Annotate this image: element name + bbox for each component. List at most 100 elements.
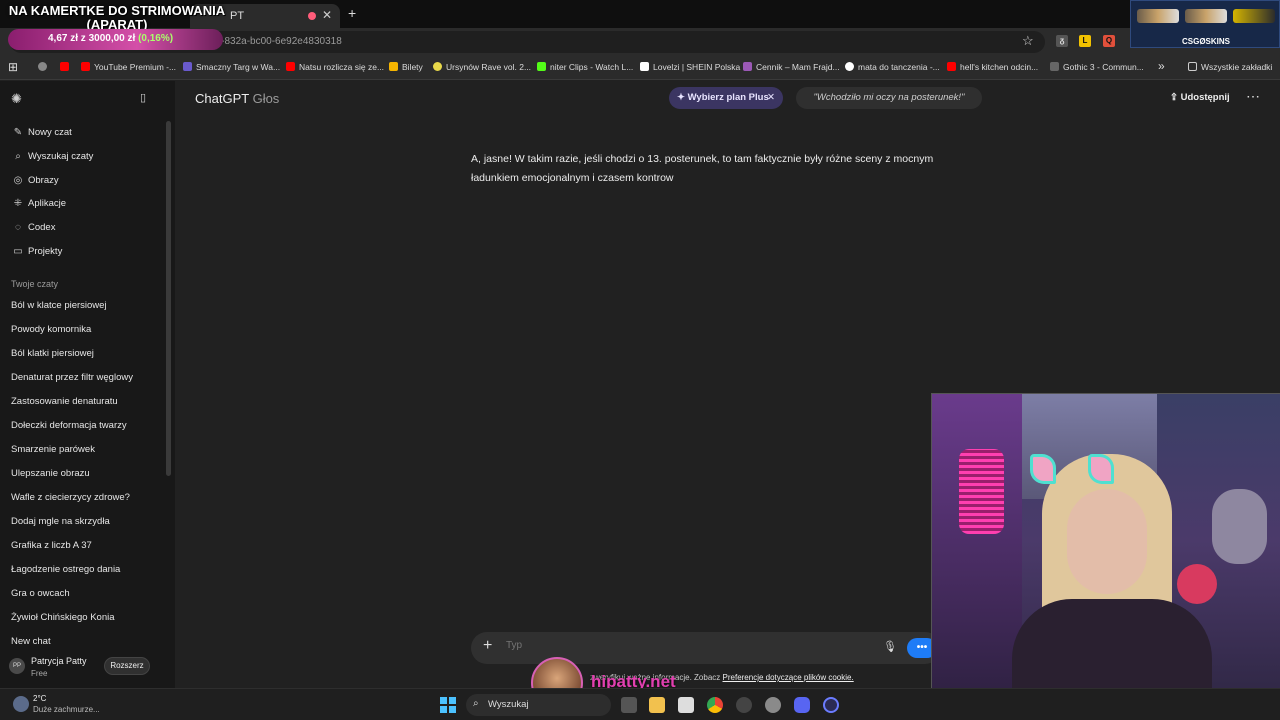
bookmark-item[interactable]: Ursynów Rave vol. 2... [433, 62, 531, 72]
store-icon[interactable] [678, 697, 694, 713]
microphone-icon[interactable]: 🎙 [883, 640, 897, 654]
weather-description: Duże zachmurze... [33, 705, 100, 714]
cookie-preferences-link[interactable]: Preferencje dotyczące plików cookie. [723, 673, 854, 682]
bookmark-item[interactable]: Gothic 3 - Commun... [1050, 62, 1144, 72]
windows-taskbar: 2°C Duże zachmurze... ⌕ Wyszukaj [0, 688, 1280, 720]
donation-amount: 4,67 zł z 3000,00 zł [48, 33, 136, 44]
new-tab-icon[interactable]: + [348, 5, 356, 21]
choose-plan-button[interactable]: ✦ Wybierz plan Plus ✕ [669, 87, 783, 109]
collapse-sidebar-icon[interactable]: ▯ [140, 91, 153, 104]
cat-ear-right [1088, 454, 1114, 484]
obs-icon[interactable] [823, 697, 839, 713]
dismiss-plan-icon[interactable]: ✕ [767, 92, 775, 103]
user-plan: Free [31, 669, 48, 678]
bookmark-item[interactable]: niter Clips - Watch L... [537, 62, 633, 72]
chat-list-item[interactable]: Ból w klatce piersiowej [11, 300, 107, 311]
csgo-skins-label: CSGØSKINS [1181, 37, 1230, 46]
chat-list-item[interactable]: Łagodzenie ostrego dania [11, 564, 120, 575]
extension-yellow-icon[interactable]: L [1079, 35, 1091, 47]
chat-list-item[interactable]: Ból klatki piersiowej [11, 348, 94, 359]
sidebar-scrollbar[interactable] [166, 121, 171, 476]
apps-icon: ⁜ [13, 198, 23, 209]
avatar: PP [9, 658, 25, 674]
sparkle-icon: ✦ [677, 92, 685, 103]
microphone-image [959, 449, 1004, 534]
sidebar-item-new-chat[interactable]: ✎ Nowy czat [12, 127, 72, 138]
user-profile[interactable]: PP Patrycja Patty Free Rozszerz [0, 651, 175, 688]
share-icon: ⇪ [1170, 92, 1178, 103]
chat-list-item[interactable]: Grafika z liczb A 37 [11, 540, 92, 551]
sidebar-item-codex[interactable]: ◌ Codex [12, 222, 55, 233]
chat-list-item[interactable]: New chat [11, 636, 51, 647]
sidebar-item-apps[interactable]: ⁜ Aplikacje [12, 198, 66, 209]
tab-close-icon[interactable]: ✕ [322, 8, 332, 22]
streamer-face [1067, 489, 1147, 594]
more-options-icon[interactable]: ⋯ [1246, 88, 1260, 105]
apps-grid-icon[interactable]: ⊞ [8, 60, 18, 74]
bookmark-home-icon[interactable] [38, 62, 51, 72]
extension-icon[interactable]: ᵹ [1056, 35, 1068, 47]
bookmark-item[interactable]: Smaczny Targ w Wa... [183, 62, 280, 72]
rifle-icon [1185, 9, 1227, 23]
assistant-message: A, jasne! W takim razie, jeśli chodzi o … [471, 153, 934, 184]
bookmark-item[interactable]: Natsu rozlicza się ze... [286, 62, 384, 72]
bookmark-item[interactable]: mata do tanczenia -... [845, 62, 940, 72]
file-explorer-icon[interactable] [649, 697, 665, 713]
attach-plus-icon[interactable]: + [483, 637, 492, 655]
taskbar-search[interactable]: ⌕ Wyszukaj [466, 694, 611, 716]
chat-list-item[interactable]: Dodaj mgle na skrzydła [11, 516, 110, 527]
more-bookmarks-icon[interactable]: » [1158, 59, 1165, 73]
weather-icon[interactable] [13, 696, 29, 712]
chat-list-item[interactable]: Denaturat przez filtr węglowy [11, 372, 133, 383]
recording-indicator-icon [308, 12, 316, 20]
sidebar-item-search[interactable]: ⌕ Wyszukaj czaty [12, 151, 93, 162]
chat-list-item[interactable]: Żywioł Chińskiego Konia [11, 612, 115, 623]
csgo-skins-banner: CSGØSKINS [1130, 0, 1280, 48]
share-button[interactable]: ⇪ Udostępnij [1170, 92, 1230, 103]
edit-icon: ✎ [13, 127, 23, 138]
chats-section-label: Twoje czaty [11, 279, 59, 289]
bookmark-youtube-icon[interactable] [60, 62, 73, 72]
images-icon: ◎ [13, 175, 23, 186]
chrome-icon[interactable] [707, 697, 723, 713]
discord-icon[interactable] [794, 697, 810, 713]
temperature: 2°C [33, 694, 47, 703]
chat-list-item[interactable]: Smarzenie parówek [11, 444, 95, 455]
all-bookmarks-folder[interactable]: Wszystkie zakładki [1188, 62, 1272, 72]
knife-icon [1233, 9, 1275, 23]
bookmark-item[interactable]: hell's kitchen odcin... [947, 62, 1038, 72]
message-input[interactable] [506, 640, 806, 651]
donation-percent: (0,16%) [138, 33, 174, 44]
task-view-icon[interactable] [621, 697, 637, 713]
windows-start-icon[interactable] [440, 697, 456, 713]
chat-list-item[interactable]: Powody komornika [11, 324, 91, 335]
purple-light [932, 394, 1022, 720]
message-composer: + 🎙 [471, 632, 941, 664]
bookmark-star-icon[interactable]: ☆ [1022, 33, 1034, 49]
voice-transcript-pill: "Wchodziło mi oczy na posterunek!" [796, 87, 982, 109]
extension-red-icon[interactable]: Q [1103, 35, 1115, 47]
tab-title: PT [230, 10, 245, 22]
chat-list-item[interactable]: Wafle z ciecierzycy zdrowe? [11, 492, 130, 503]
sidebar-item-projects[interactable]: ▭ Projekty [12, 246, 62, 257]
stream-goal-title: NA KAMERTKE DO STRIMOWANIA (APARAT) [8, 3, 226, 32]
page-title[interactable]: ChatGPT Głos [195, 91, 279, 106]
donation-progress-bar: 4,67 zł z 3000,00 zł (0,16%) [8, 29, 223, 50]
chat-list-item[interactable]: Dołeczki deformacja twarzy [11, 420, 127, 431]
chat-list-item[interactable]: Gra o owcach [11, 588, 70, 599]
webcam-feed [931, 393, 1280, 720]
sidebar-item-images[interactable]: ◎ Obrazy [12, 175, 59, 186]
chat-list-item[interactable]: Ulepszanie obrazu [11, 468, 90, 479]
bookmarks-bar: ⊞ YouTube Premium -... Smaczny Targ w Wa… [0, 56, 1280, 80]
folder-icon: ▭ [13, 246, 23, 257]
openai-logo-icon[interactable]: ✺ [11, 91, 24, 106]
chat-list-item[interactable]: Zastosowanie denaturatu [11, 396, 118, 407]
bookmark-item[interactable]: Bilety [389, 62, 423, 72]
app-icon[interactable] [736, 697, 752, 713]
bookmark-item[interactable]: Cennik – Mam Frajd... [743, 62, 840, 72]
upgrade-button[interactable]: Rozszerz [104, 657, 150, 675]
user-name: Patrycja Patty [31, 656, 87, 666]
bookmark-item[interactable]: YouTube Premium -... [81, 62, 176, 72]
settings-icon[interactable] [765, 697, 781, 713]
bookmark-item[interactable]: Lovelzi | SHEIN Polska [640, 62, 740, 72]
